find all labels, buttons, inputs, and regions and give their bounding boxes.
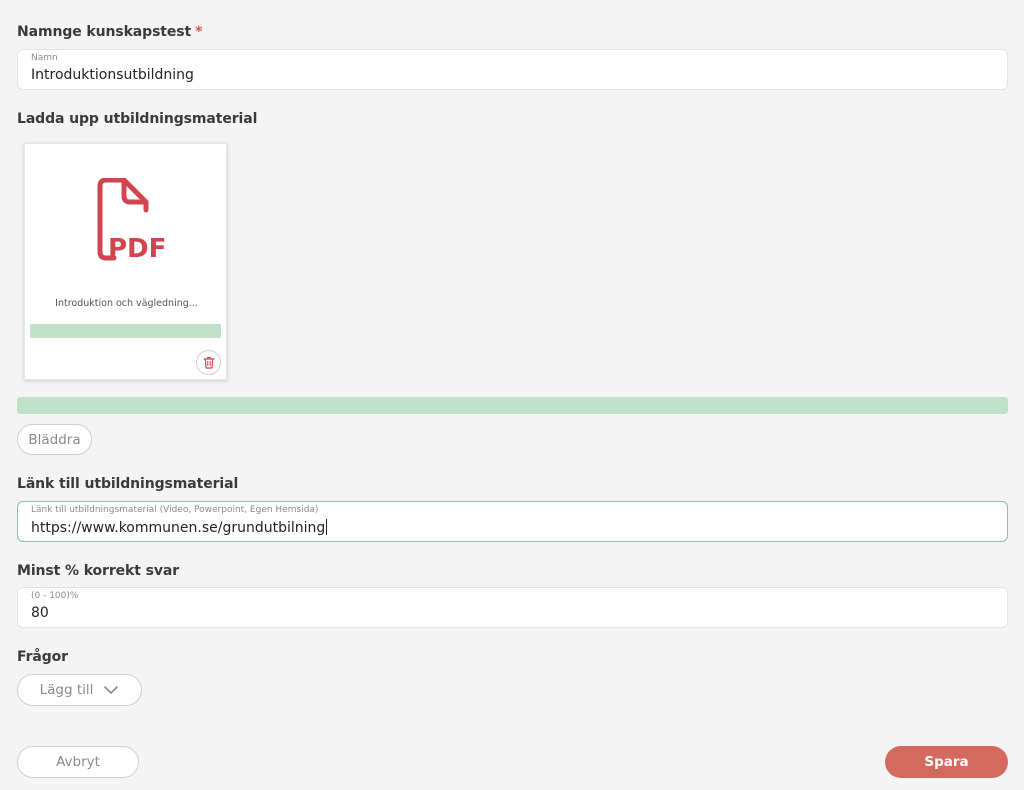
name-section-label: Namnge kunskapstest *: [17, 24, 202, 40]
trash-icon: [202, 357, 215, 369]
name-field-caption: Namn: [31, 53, 58, 63]
file-name: Introduktion och vägledning...: [55, 298, 198, 309]
delete-file-button[interactable]: [196, 350, 221, 375]
upload-section-label: Ladda upp utbildningsmaterial: [17, 111, 258, 127]
link-field-value-wrapper[interactable]: https://www.kommunen.se/grundutbilning: [31, 519, 328, 536]
overall-upload-progress-bar: [17, 397, 1008, 414]
text-caret: [326, 519, 328, 535]
min-score-field-caption: (0 - 100)%: [31, 591, 79, 601]
chevron-down-icon: [104, 686, 119, 694]
file-upload-progress-bar: [30, 324, 221, 338]
save-button[interactable]: Spara: [885, 746, 1008, 778]
add-question-dropdown-button[interactable]: Lägg till: [17, 674, 142, 706]
name-section-title: Namnge kunskapstest: [17, 24, 192, 40]
uploaded-file-card[interactable]: PDF Introduktion och vägledning...: [24, 143, 227, 380]
browse-button[interactable]: Bläddra: [17, 424, 92, 455]
add-question-label: Lägg till: [39, 682, 94, 698]
file-upload-progress-fill: [30, 324, 221, 338]
link-section-label: Länk till utbildningsmaterial: [17, 476, 239, 492]
svg-text:PDF: PDF: [108, 234, 166, 262]
link-field-caption: Länk till utbildningsmaterial (Video, Po…: [31, 505, 319, 515]
name-field[interactable]: Namn Introduktionsutbildning: [17, 49, 1008, 90]
cancel-button[interactable]: Avbryt: [17, 746, 139, 778]
min-score-field[interactable]: (0 - 100)% 80: [17, 587, 1008, 628]
min-score-field-value[interactable]: 80: [31, 605, 49, 621]
score-section-label: Minst % korrekt svar: [17, 563, 180, 579]
overall-upload-progress-fill: [17, 397, 1008, 414]
name-field-value[interactable]: Introduktionsutbildning: [31, 67, 194, 83]
pdf-file-icon: PDF: [97, 178, 166, 262]
link-field[interactable]: Länk till utbildningsmaterial (Video, Po…: [17, 501, 1008, 542]
link-field-value[interactable]: https://www.kommunen.se/grundutbilning: [31, 520, 325, 536]
questions-section-label: Frågor: [17, 649, 68, 665]
required-mark: *: [195, 24, 203, 40]
